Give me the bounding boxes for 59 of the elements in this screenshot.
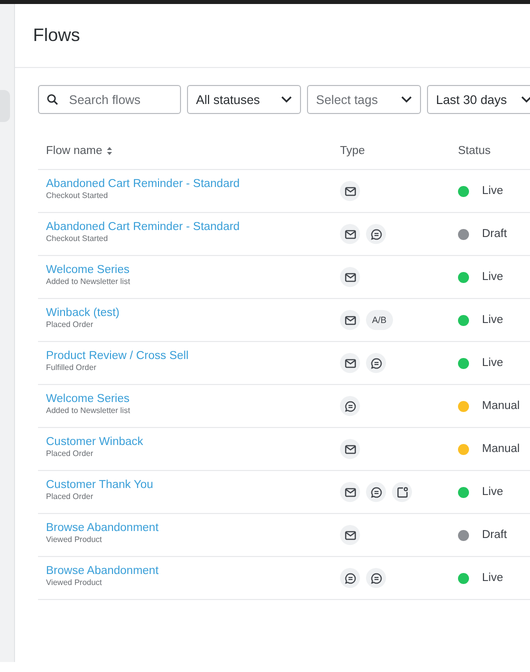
chat-bubble-icon <box>344 400 356 412</box>
column-header[interactable]: Flow name <box>46 144 340 156</box>
flow-name-link[interactable]: Welcome Series <box>46 393 340 405</box>
chat-bubble-icon <box>370 486 382 498</box>
flow-name-link[interactable]: Browse Abandonment <box>46 565 340 577</box>
status-label: Manual <box>482 400 520 412</box>
status-label: Live <box>482 185 504 197</box>
trigger-label: Viewed Product <box>46 578 103 587</box>
chat-bubble-icon <box>344 572 356 584</box>
flow-name-link[interactable]: Product Review / Cross Sell <box>46 350 340 362</box>
status-label: Live <box>482 572 504 584</box>
filter-dropdown[interactable]: Select tags <box>307 85 421 114</box>
chat-bubble-icon <box>370 358 382 368</box>
status-label: Draft <box>482 228 507 240</box>
status-label: Draft <box>482 529 507 541</box>
trigger-label: Placed Order <box>46 492 94 501</box>
filter-dropdown[interactable]: Last 30 days <box>427 85 530 114</box>
flow-name-link[interactable]: Winback (test) <box>46 307 340 319</box>
envelope-icon <box>344 444 356 454</box>
flow-name-link[interactable]: Abandoned Cart Reminder - Standard <box>46 178 340 190</box>
trigger-label: Checkout Started <box>46 234 109 243</box>
page-title: Flows <box>33 25 80 46</box>
flow-name-link[interactable]: Customer Thank You <box>46 479 340 491</box>
column-header: Status <box>458 144 492 156</box>
status-label: Manual <box>482 443 520 455</box>
envelope-icon <box>344 186 356 196</box>
chat-bubble-icon <box>370 572 382 584</box>
ab-test-badge: A/B <box>366 310 393 330</box>
notification-icon <box>396 486 408 498</box>
flow-name-link[interactable]: Abandoned Cart Reminder - Standard <box>46 221 340 233</box>
flow-name-link[interactable]: Welcome Series <box>46 264 340 276</box>
chat-bubble-icon <box>370 228 382 240</box>
sort-icon <box>107 146 112 154</box>
chevron-down-icon <box>401 96 412 103</box>
chevron-down-icon <box>521 96 530 103</box>
trigger-label: Added to Newsletter list <box>46 277 132 286</box>
search-icon <box>47 94 58 105</box>
status-label: Live <box>482 314 504 326</box>
trigger-label: Fulfilled Order <box>46 363 98 372</box>
search-field[interactable]: Search flows <box>38 85 181 114</box>
trigger-label: Placed Order <box>46 449 94 458</box>
status-label: Live <box>482 271 504 283</box>
envelope-icon <box>344 358 356 368</box>
flow-name-link[interactable]: Browse Abandonment <box>46 522 340 534</box>
envelope-icon <box>344 230 356 238</box>
trigger-label: Checkout Started <box>46 191 109 200</box>
trigger-label: Added to Newsletter list <box>46 406 132 415</box>
envelope-icon <box>344 530 356 540</box>
column-header: Type <box>340 144 366 156</box>
envelope-icon <box>344 488 356 496</box>
trigger-label: Viewed Product <box>46 535 103 544</box>
status-label: Live <box>482 486 504 498</box>
envelope-icon <box>344 272 356 282</box>
chevron-down-icon <box>281 96 292 103</box>
flow-name-link[interactable]: Customer Winback <box>46 436 340 448</box>
trigger-label: Placed Order <box>46 320 94 329</box>
envelope-icon <box>344 316 356 324</box>
status-label: Live <box>482 357 504 369</box>
filter-dropdown[interactable]: All statuses <box>187 85 301 114</box>
